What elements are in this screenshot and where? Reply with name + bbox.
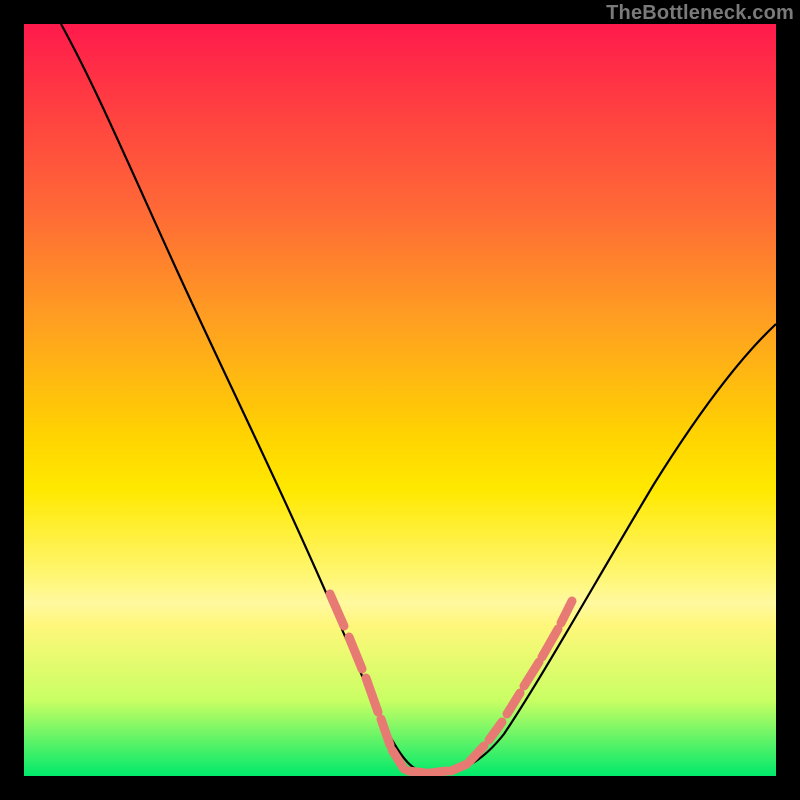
bottleneck-curve: [61, 24, 776, 773]
highlight-seg: [430, 771, 447, 773]
highlight-seg: [349, 637, 362, 669]
curve-svg: [24, 24, 776, 776]
highlight-seg: [408, 771, 426, 773]
chart-frame: TheBottleneck.com: [0, 0, 800, 800]
highlight-seg: [392, 750, 404, 769]
plot-area: [24, 24, 776, 776]
highlight-seg: [451, 764, 467, 771]
highlight-seg: [366, 678, 378, 712]
highlight-seg: [381, 719, 390, 745]
highlight-seg: [330, 594, 344, 626]
watermark-text: TheBottleneck.com: [606, 2, 794, 25]
highlight-seg: [561, 601, 572, 623]
highlight-seg: [542, 629, 558, 657]
highlight-seg: [470, 746, 484, 761]
